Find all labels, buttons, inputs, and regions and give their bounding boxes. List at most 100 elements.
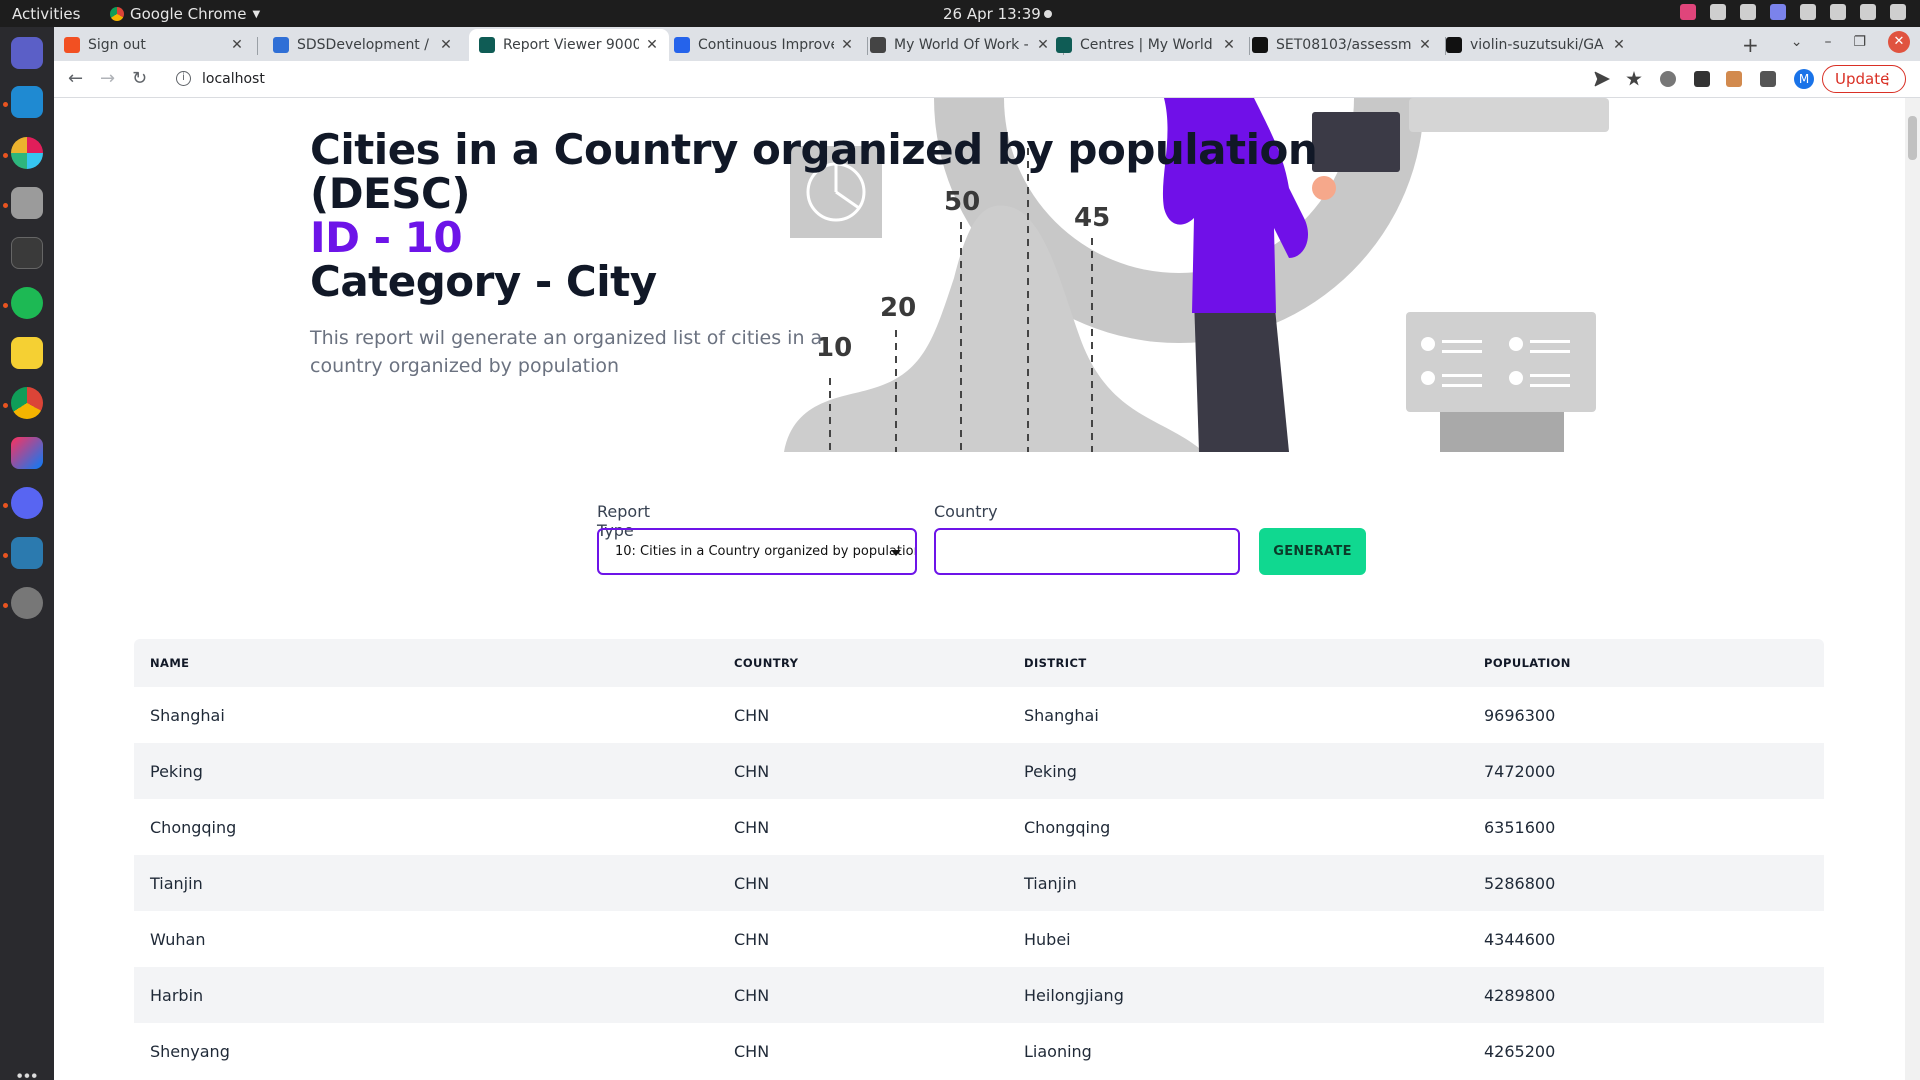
- update-button[interactable]: Update ⋮: [1822, 65, 1906, 93]
- tab-search-icon[interactable]: ⌄: [1791, 34, 1803, 50]
- browser-tab[interactable]: Continuous Improve ✕: [664, 29, 864, 61]
- browser-tab[interactable]: Report Viewer 9000 ✕: [469, 29, 669, 61]
- back-button[interactable]: ←: [68, 68, 83, 89]
- header-district[interactable]: DISTRICT: [1024, 639, 1087, 687]
- profile-avatar[interactable]: M: [1794, 69, 1814, 89]
- clock[interactable]: 26 Apr 13:39: [943, 5, 1041, 23]
- cell-name: Shanghai: [150, 705, 225, 725]
- close-tab-icon[interactable]: ✕: [230, 37, 244, 53]
- running-indicator: [3, 603, 8, 608]
- activities-button[interactable]: Activities: [12, 5, 80, 23]
- settings-icon[interactable]: [11, 587, 43, 619]
- system-tray[interactable]: [1680, 4, 1906, 20]
- slack-icon[interactable]: [11, 137, 43, 169]
- cell-district: Liaoning: [1024, 1041, 1092, 1061]
- wifi-icon[interactable]: [1800, 4, 1816, 20]
- header-name[interactable]: NAME: [150, 639, 189, 687]
- running-indicator: [3, 102, 8, 107]
- chrome-dock-icon[interactable]: [11, 387, 43, 419]
- cell-population: 4265200: [1484, 1041, 1556, 1061]
- close-tab-icon[interactable]: ✕: [645, 37, 659, 53]
- card-line: [1530, 350, 1570, 353]
- header-country[interactable]: COUNTRY: [734, 639, 798, 687]
- url-text: localhost: [202, 71, 265, 87]
- card-line: [1530, 340, 1570, 343]
- close-tab-icon[interactable]: ✕: [439, 37, 453, 53]
- side-card-shape: [1406, 312, 1596, 412]
- app-menu[interactable]: Google Chrome ▼: [110, 5, 260, 23]
- close-tab-icon[interactable]: ✕: [1222, 37, 1236, 53]
- volume-icon[interactable]: [1830, 4, 1846, 20]
- generate-button[interactable]: GENERATE: [1259, 528, 1366, 575]
- extension-icon[interactable]: [1660, 71, 1676, 87]
- reload-button[interactable]: ↻: [132, 68, 147, 89]
- page-title: Cities in a Country organized by populat…: [310, 125, 1318, 218]
- scrollbar-thumb[interactable]: [1908, 116, 1917, 160]
- browser-tab[interactable]: violin-suzutsuki/GA ✕: [1436, 29, 1636, 61]
- cell-district: Tianjin: [1024, 873, 1077, 893]
- github-icon: [1446, 37, 1462, 53]
- forward-button[interactable]: →: [100, 68, 115, 89]
- card-bullet: [1509, 371, 1523, 385]
- tab-title: Centres | My World o: [1080, 37, 1216, 53]
- centres-icon: [1056, 37, 1072, 53]
- browser-tab[interactable]: Sign out ✕: [54, 29, 254, 61]
- slack-tray-icon[interactable]: [1710, 4, 1726, 20]
- close-tab-icon[interactable]: ✕: [840, 37, 854, 53]
- card-bullet: [1509, 337, 1523, 351]
- dock: [0, 27, 54, 1080]
- page-content: 10 20 50 45 Cities in a Country organize…: [54, 98, 1920, 1080]
- chevron-down-icon: ▼: [252, 8, 261, 20]
- close-tab-icon[interactable]: ✕: [1418, 37, 1432, 53]
- battery-icon[interactable]: [1890, 4, 1906, 20]
- spotify-icon[interactable]: [11, 287, 43, 319]
- close-tab-icon[interactable]: ✕: [1612, 37, 1626, 53]
- tray-app-icon[interactable]: [1680, 4, 1696, 20]
- report-type-select[interactable]: 10: Cities in a Country organized by pop…: [597, 528, 917, 575]
- table-row: Tianjin CHN Tianjin 5286800: [134, 855, 1824, 911]
- vscode-icon[interactable]: [11, 86, 43, 118]
- extension-cube-icon[interactable]: [1694, 71, 1710, 87]
- discord-tray-icon[interactable]: [1740, 4, 1756, 20]
- browser-tab[interactable]: SET08103/assessme ✕: [1242, 29, 1442, 61]
- site-info-icon[interactable]: i: [176, 71, 191, 86]
- chrome-icon: [110, 7, 124, 21]
- github-icon: [1252, 37, 1268, 53]
- country-input[interactable]: [934, 528, 1240, 575]
- teams-icon[interactable]: [11, 37, 43, 69]
- browser-tab[interactable]: SDSDevelopment / (✕: [263, 29, 463, 61]
- table-row: Peking CHN Peking 7472000: [134, 743, 1824, 799]
- card-line: [1530, 374, 1570, 377]
- minimize-button[interactable]: –: [1824, 34, 1831, 50]
- running-indicator: [3, 503, 8, 508]
- address-bar[interactable]: i localhost: [168, 65, 1618, 94]
- extensions-puzzle-icon[interactable]: [1760, 71, 1776, 87]
- window-controls: ⌄ – ❐ ✕: [1791, 31, 1910, 53]
- browser-tab[interactable]: Centres | My World o ✕: [1046, 29, 1246, 61]
- extension-tool-icon[interactable]: [1726, 71, 1742, 87]
- teams-tray-icon[interactable]: [1770, 4, 1786, 20]
- bookmark-star-icon[interactable]: [1626, 71, 1642, 86]
- tab-title: Continuous Improve: [698, 37, 834, 53]
- intellij-icon[interactable]: [11, 437, 43, 469]
- browser-tab[interactable]: My World Of Work - ✕: [860, 29, 1060, 61]
- cell-district: Chongqing: [1024, 817, 1111, 837]
- microphone-icon[interactable]: [1860, 4, 1876, 20]
- tab-title: Sign out: [88, 37, 146, 53]
- app-menu-label: Google Chrome: [130, 5, 247, 23]
- cell-population: 4344600: [1484, 929, 1556, 949]
- cell-name: Chongqing: [150, 817, 237, 837]
- report-description: This report wil generate an organized li…: [310, 327, 823, 377]
- discord-icon[interactable]: [11, 487, 43, 519]
- page-scrollbar[interactable]: [1905, 98, 1920, 1080]
- close-window-button[interactable]: ✕: [1888, 31, 1910, 53]
- header-population[interactable]: POPULATION: [1484, 639, 1571, 687]
- new-tab-button[interactable]: +: [1742, 33, 1759, 57]
- notes-icon[interactable]: [11, 337, 43, 369]
- terminal-icon[interactable]: [11, 237, 43, 269]
- maximize-button[interactable]: ❐: [1853, 34, 1866, 50]
- show-applications-icon[interactable]: [16, 1072, 38, 1080]
- workbench-icon[interactable]: [11, 537, 43, 569]
- results-table: NAME COUNTRY DISTRICT POPULATION Shangha…: [134, 639, 1824, 1079]
- files-icon[interactable]: [11, 187, 43, 219]
